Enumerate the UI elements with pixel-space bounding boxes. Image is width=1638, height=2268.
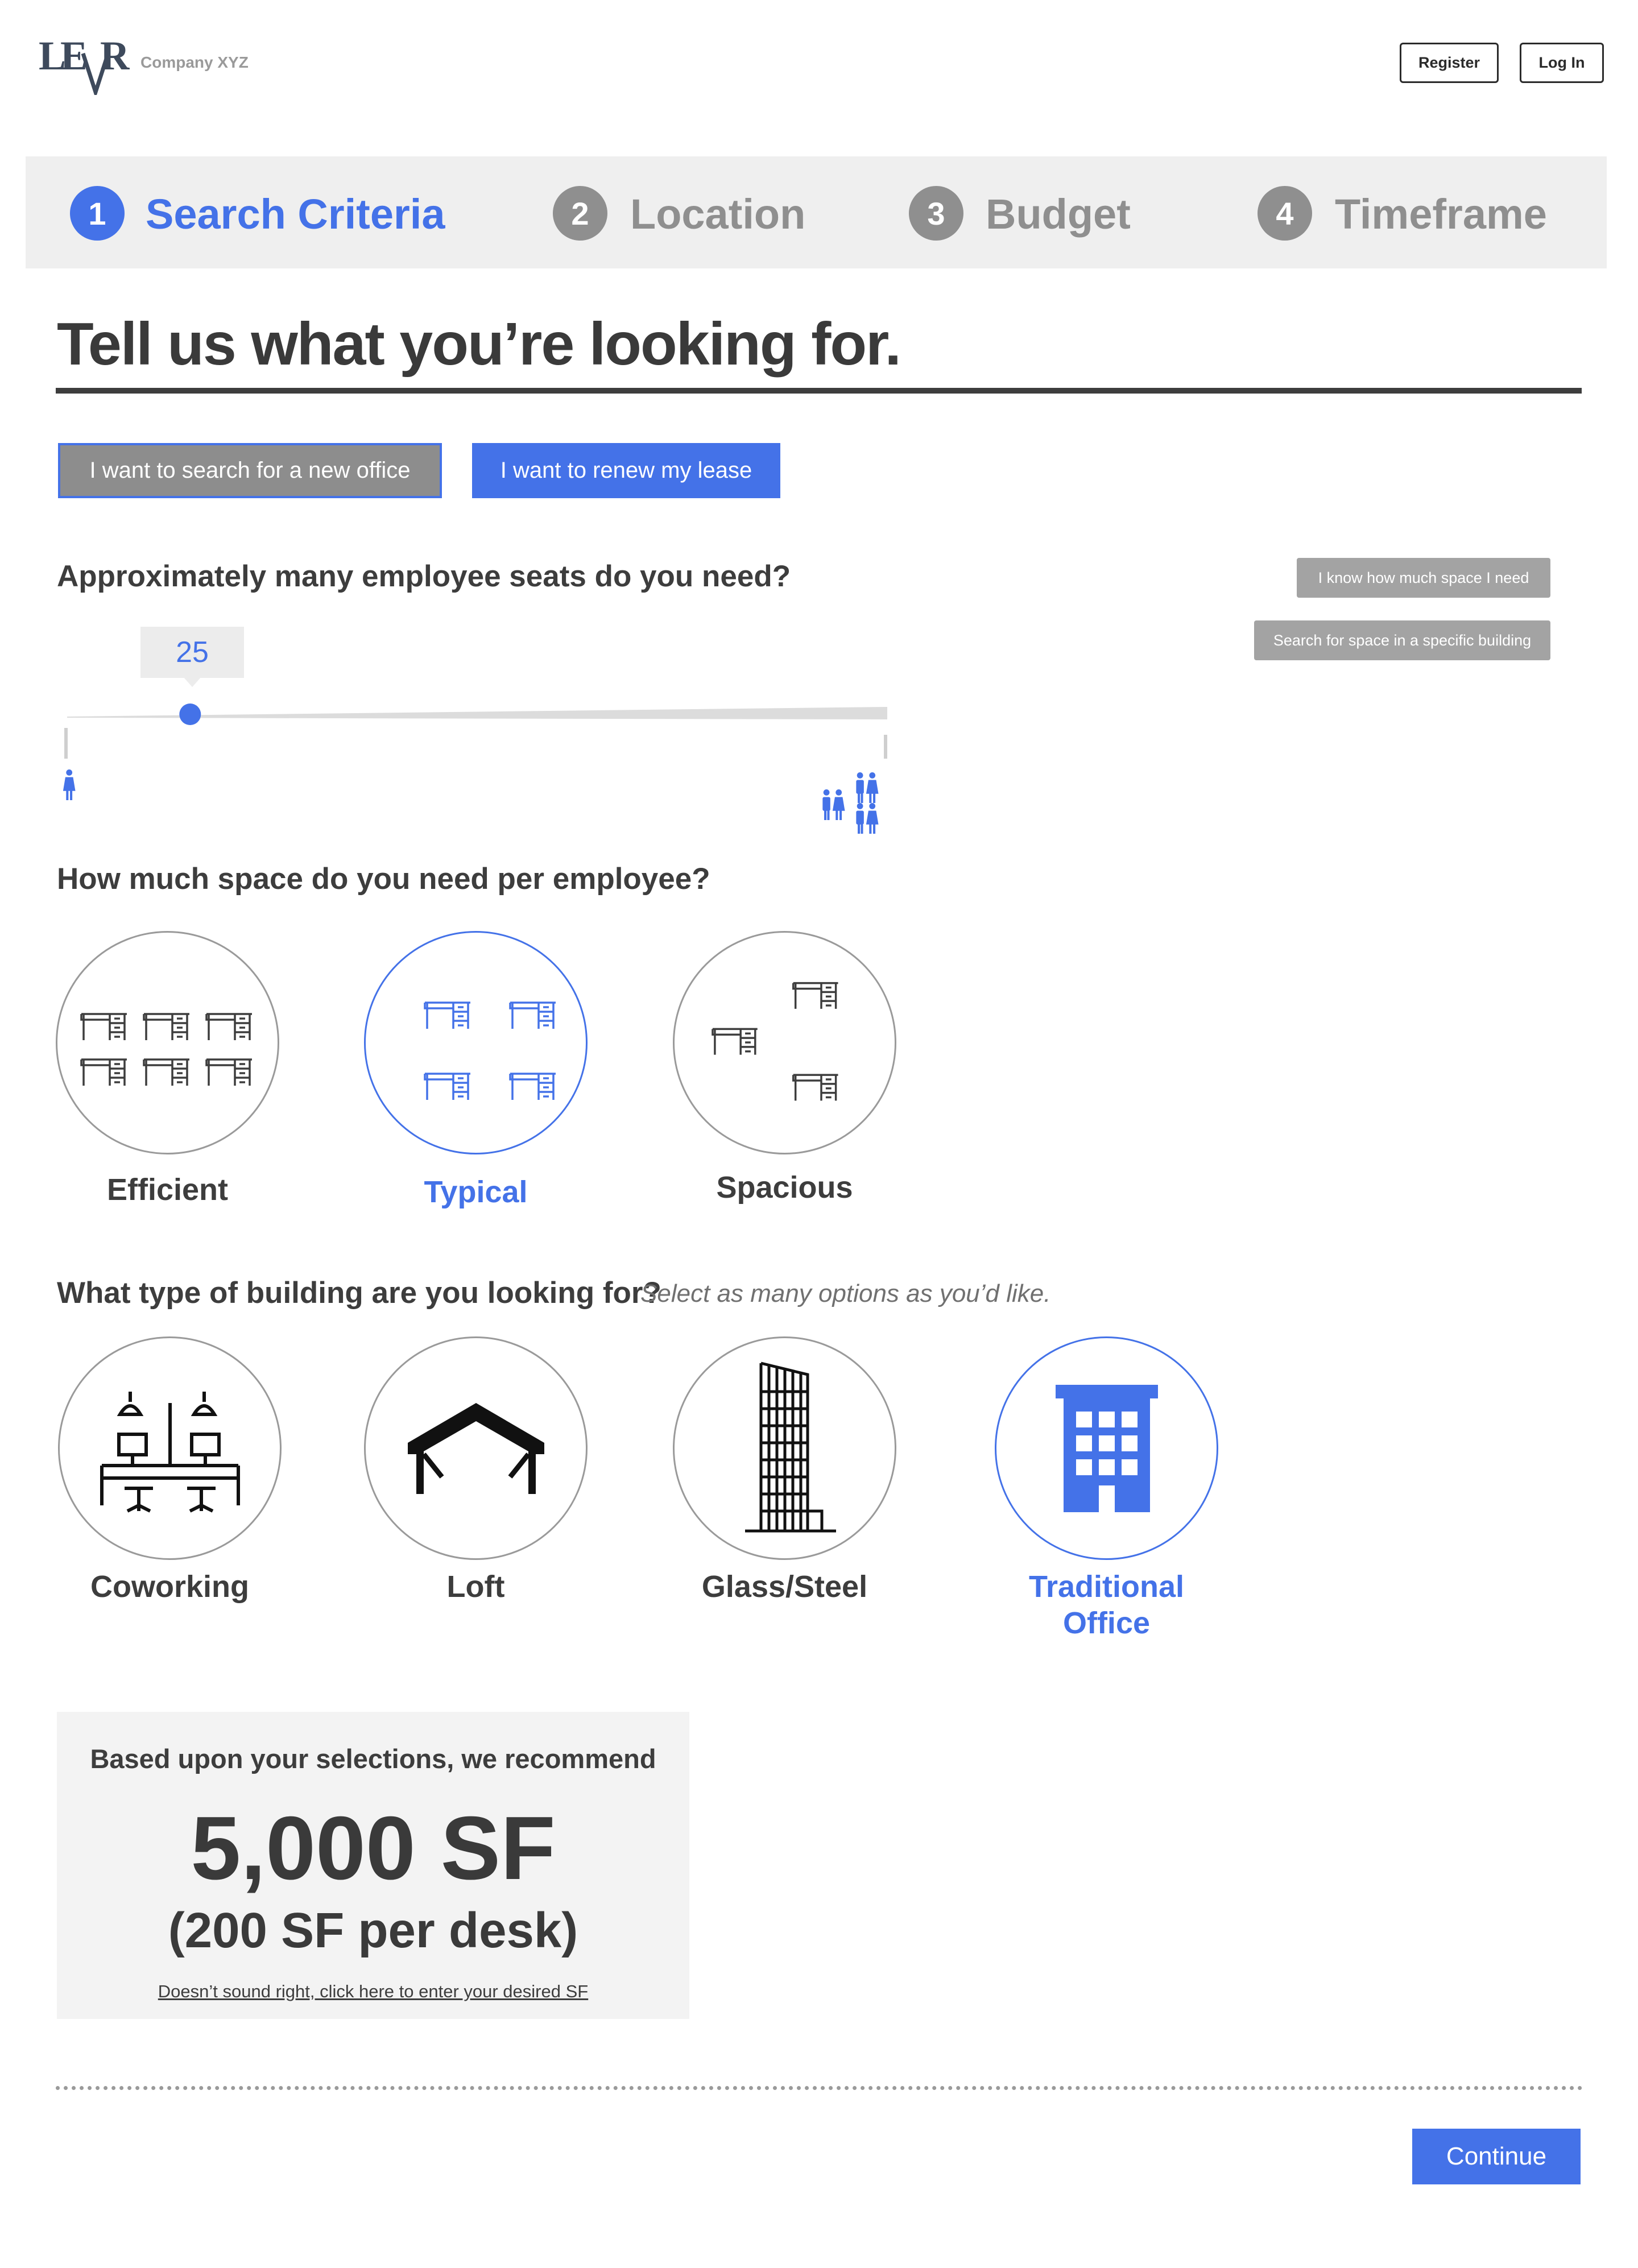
login-button[interactable]: Log In — [1520, 43, 1604, 83]
building-label-coworking: Coworking — [90, 1570, 249, 1604]
space-label-spacious: Spacious — [716, 1170, 853, 1205]
building-label-loft: Loft — [446, 1570, 505, 1604]
building-hint: Select as many options as you’d like. — [640, 1280, 1051, 1307]
space-question: How much space do you need per employee? — [57, 862, 710, 896]
space-label-typical: Typical — [424, 1175, 528, 1209]
seats-value-tooltip: 25 — [140, 627, 244, 678]
slider-min-tick — [64, 728, 68, 759]
recommended-sf: 5,000 SF — [191, 1798, 556, 1898]
tooltip-pointer — [183, 677, 201, 687]
company-name: Company XYZ — [140, 53, 249, 71]
space-option-efficient[interactable] — [56, 931, 279, 1154]
building-option-traditional-office[interactable] — [995, 1336, 1218, 1560]
building-label-glass-steel: Glass/Steel — [701, 1570, 868, 1604]
space-label-efficient: Efficient — [106, 1173, 229, 1207]
building-question: What type of building are you looking fo… — [57, 1276, 661, 1310]
many-people-icon — [822, 772, 879, 834]
building-option-glass-steel[interactable] — [673, 1336, 896, 1560]
step-1-number[interactable]: 1 — [70, 186, 125, 241]
coworking-icon — [100, 1391, 240, 1513]
recommendation-title: Based upon your selections, we recommend — [90, 1744, 656, 1774]
step-4-number[interactable]: 4 — [1258, 186, 1312, 241]
space-option-spacious[interactable] — [673, 931, 896, 1154]
svg-text:R: R — [100, 33, 130, 78]
title-divider — [56, 388, 1582, 394]
step-1-label[interactable]: Search Criteria — [146, 189, 445, 239]
sf-per-desk: (200 SF per desk) — [168, 1903, 578, 1958]
step-3-number[interactable]: 3 — [909, 186, 963, 241]
spacious-desks-icon — [712, 982, 839, 1102]
step-2-label[interactable]: Location — [630, 189, 805, 239]
renew-lease-button[interactable]: I want to renew my lease — [472, 443, 780, 498]
step-4-label[interactable]: Timeframe — [1335, 189, 1547, 239]
building-option-loft[interactable] — [364, 1336, 588, 1560]
efficient-desks-icon — [80, 1012, 253, 1087]
know-space-button[interactable]: I know how much space I need — [1297, 558, 1550, 598]
page-title: Tell us what you’re looking for. — [57, 311, 901, 378]
step-2-number[interactable]: 2 — [553, 186, 607, 241]
new-office-button[interactable]: I want to search for a new office — [58, 443, 442, 498]
slider-thumb — [179, 703, 201, 725]
space-option-typical[interactable] — [364, 931, 588, 1154]
seats-question: Approximately many employee seats do you… — [57, 560, 791, 593]
register-button[interactable]: Register — [1400, 43, 1499, 83]
typical-desks-icon — [423, 1001, 557, 1101]
few-people-icon — [63, 769, 76, 800]
building-label-traditional-office: Traditional Office — [1028, 1570, 1185, 1640]
glass-steel-icon — [744, 1361, 836, 1532]
continue-button[interactable]: Continue — [1412, 2129, 1581, 2184]
building-option-coworking[interactable] — [58, 1336, 282, 1560]
enter-desired-sf-link[interactable]: Doesn’t sound right, click here to enter… — [57, 1981, 689, 2002]
levr-logo: L E R — [39, 33, 130, 95]
slider-max-tick — [884, 735, 887, 759]
loft-icon — [407, 1402, 544, 1494]
step-3-label[interactable]: Budget — [986, 189, 1131, 239]
dotted-divider — [56, 2086, 1583, 2090]
specific-building-button[interactable]: Search for space in a specific building — [1254, 620, 1550, 660]
traditional-office-icon — [1055, 1384, 1158, 1512]
